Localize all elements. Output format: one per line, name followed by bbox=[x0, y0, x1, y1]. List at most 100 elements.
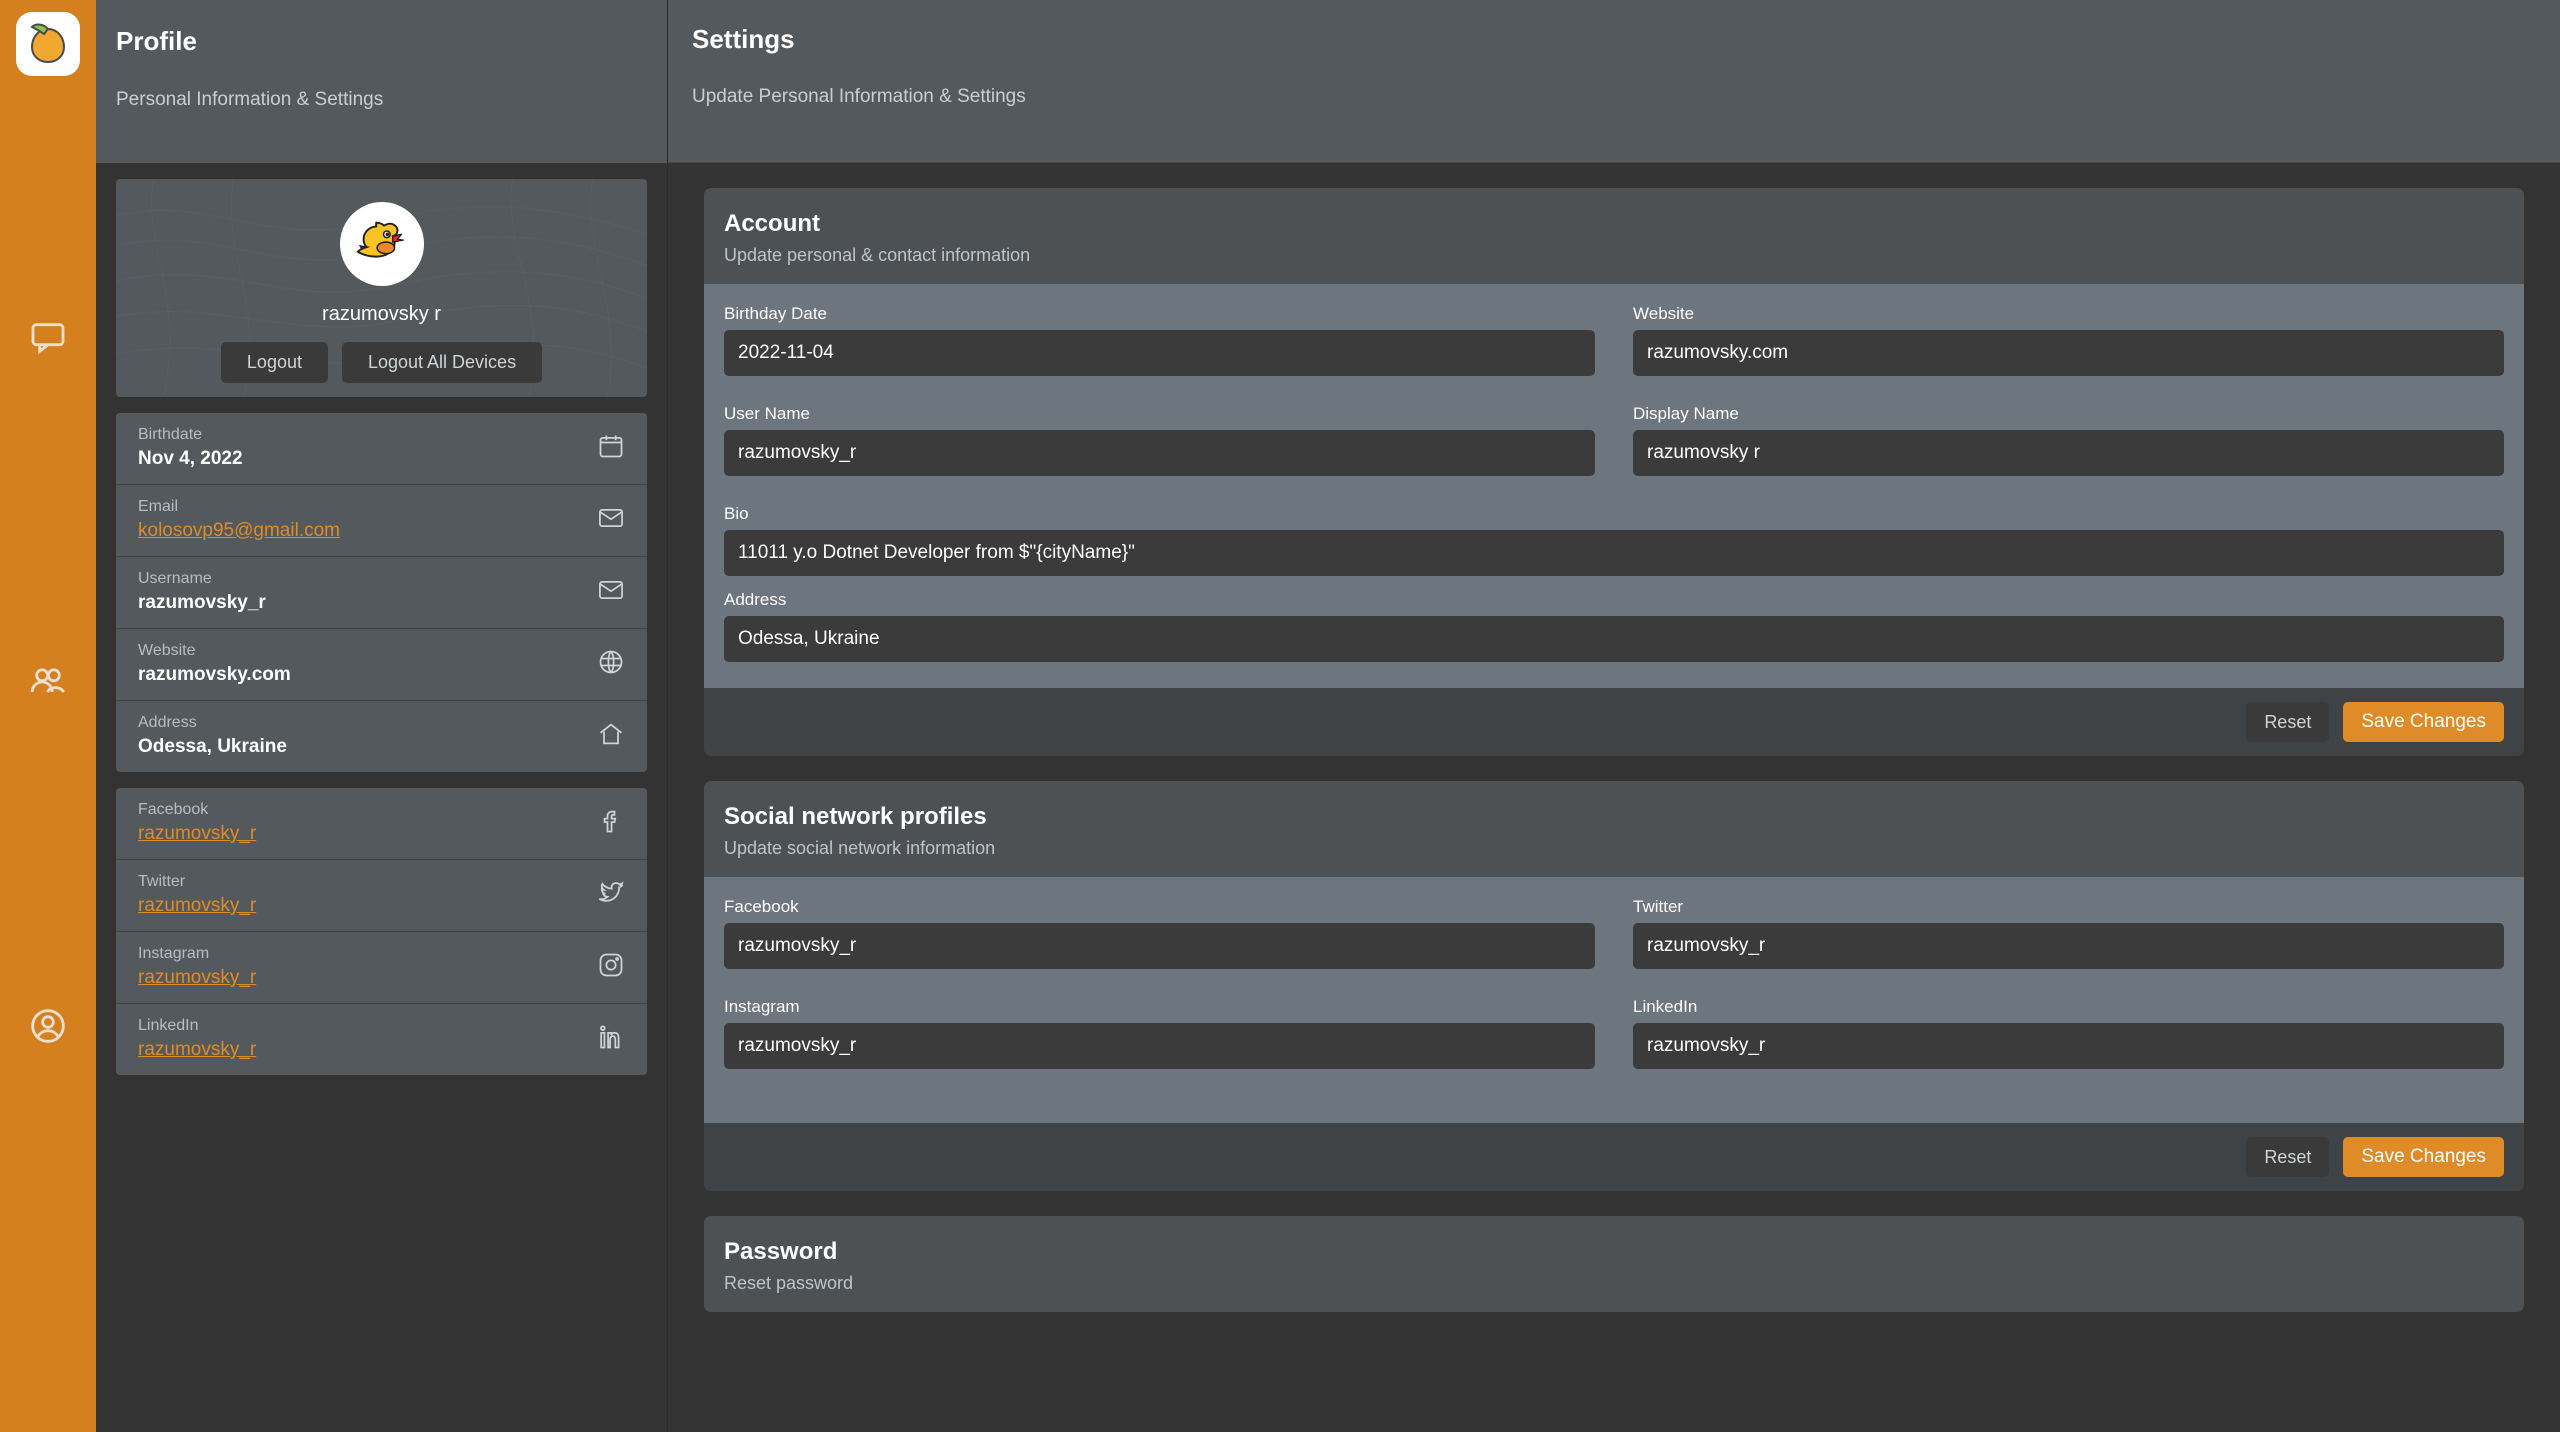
password-subheading: Reset password bbox=[724, 1273, 2504, 1294]
profile-info-row-value: Nov 4, 2022 bbox=[138, 448, 243, 470]
account-card: Account Update personal & contact inform… bbox=[704, 188, 2524, 756]
profile-info-row-text: AddressOdessa, Ukraine bbox=[138, 714, 287, 758]
profile-social-row[interactable]: Facebook razumovsky_r bbox=[116, 788, 647, 860]
profile-display-name: razumovsky r bbox=[322, 303, 441, 326]
profile-info-row-label: Birthdate bbox=[138, 426, 243, 444]
profile-social-row[interactable]: LinkedInrazumovsky_r bbox=[116, 1004, 647, 1075]
social-card-footer: Reset Save Changes bbox=[704, 1123, 2524, 1191]
profile-social-row[interactable]: Twitter razumovsky_r bbox=[116, 860, 647, 932]
profile-social-row-label: Twitter bbox=[138, 873, 256, 891]
account-icon bbox=[28, 1006, 68, 1046]
social-save-button[interactable]: Save Changes bbox=[2343, 1137, 2504, 1177]
sidebar-item-account[interactable] bbox=[16, 994, 80, 1058]
globe-icon-wrapper bbox=[597, 648, 625, 681]
globe-icon bbox=[597, 648, 625, 676]
profile-info-row: Birthdate Nov 4, 2022 bbox=[116, 413, 647, 485]
profile-social-row-value[interactable]: razumovsky_r bbox=[138, 823, 256, 845]
profile-body: razumovsky r Logout Logout All Devices B… bbox=[96, 163, 667, 1075]
mail-icon bbox=[597, 504, 625, 532]
website-label: Website bbox=[1633, 304, 2504, 324]
calendar-icon-wrapper bbox=[597, 432, 625, 465]
profile-info-row-value: razumovsky.com bbox=[138, 664, 291, 686]
profile-card: razumovsky r Logout Logout All Devices bbox=[116, 179, 647, 397]
sidebar-item-chat[interactable] bbox=[16, 306, 80, 370]
users-icon bbox=[28, 662, 68, 702]
profile-info-row[interactable]: Emailkolosovp95@gmail.com bbox=[116, 485, 647, 557]
profile-social-row[interactable]: Instagramrazumovsky_r bbox=[116, 932, 647, 1004]
profile-info-row-value[interactable]: kolosovp95@gmail.com bbox=[138, 520, 340, 542]
linkedin-field-group: LinkedIn bbox=[1633, 997, 2504, 1083]
settings-title: Settings bbox=[692, 24, 2536, 55]
profile-social-row-text: LinkedInrazumovsky_r bbox=[138, 1017, 256, 1061]
social-heading: Social network profiles bbox=[724, 803, 2504, 831]
page-subtitle: Personal Information & Settings bbox=[116, 89, 647, 163]
display-name-field-group: Display Name bbox=[1633, 404, 2504, 490]
account-save-button[interactable]: Save Changes bbox=[2343, 702, 2504, 742]
twitter-input[interactable] bbox=[1633, 923, 2504, 969]
twitter-icon bbox=[597, 879, 625, 907]
logout-all-devices-button[interactable]: Logout All Devices bbox=[342, 342, 542, 383]
calendar-icon bbox=[597, 432, 625, 460]
username-field-group: User Name bbox=[724, 404, 1595, 476]
profile-info-row-text: Usernamerazumovsky_r bbox=[138, 570, 266, 614]
profile-info-row: Usernamerazumovsky_r bbox=[116, 557, 647, 629]
mail-icon-wrapper bbox=[597, 504, 625, 537]
username-label: User Name bbox=[724, 404, 1595, 424]
facebook-field-group: Facebook bbox=[724, 897, 1595, 969]
settings-panel: Settings Update Personal Information & S… bbox=[668, 0, 2560, 1432]
account-subheading: Update personal & contact information bbox=[724, 245, 2504, 266]
mail-icon bbox=[597, 576, 625, 604]
profile-social-row-value[interactable]: razumovsky_r bbox=[138, 895, 256, 917]
profile-social-row-value[interactable]: razumovsky_r bbox=[138, 967, 256, 989]
instagram-field-group: Instagram bbox=[724, 997, 1595, 1069]
sidebar-item-users[interactable] bbox=[16, 650, 80, 714]
logout-button[interactable]: Logout bbox=[221, 342, 328, 383]
mango-logo-icon[interactable] bbox=[16, 12, 80, 76]
settings-subtitle: Update Personal Information & Settings bbox=[692, 86, 2536, 162]
twitter-icon-wrapper bbox=[597, 879, 625, 912]
icon-rail bbox=[0, 0, 96, 1432]
profile-info-row-text: Emailkolosovp95@gmail.com bbox=[138, 498, 340, 542]
facebook-input[interactable] bbox=[724, 923, 1595, 969]
bio-input[interactable] bbox=[724, 530, 2504, 576]
address-input[interactable] bbox=[724, 616, 2504, 662]
display-name-label: Display Name bbox=[1633, 404, 2504, 424]
facebook-label: Facebook bbox=[724, 897, 1595, 917]
social-subheading: Update social network information bbox=[724, 838, 2504, 859]
instagram-input[interactable] bbox=[724, 1023, 1595, 1069]
twitter-label: Twitter bbox=[1633, 897, 2504, 917]
password-card-header: Password Reset password bbox=[704, 1216, 2524, 1312]
home-icon-wrapper bbox=[597, 720, 625, 753]
address-field-group: Address bbox=[724, 590, 2504, 662]
social-card: Social network profiles Update social ne… bbox=[704, 781, 2524, 1191]
linkedin-label: LinkedIn bbox=[1633, 997, 2504, 1017]
profile-info-row-label: Website bbox=[138, 642, 291, 660]
website-input[interactable] bbox=[1633, 330, 2504, 376]
facebook-icon bbox=[597, 807, 625, 835]
profile-social-list: Facebookrazumovsky_rTwitterrazumovsky_rI… bbox=[116, 788, 647, 1075]
profile-header: Profile Personal Information & Settings bbox=[96, 0, 667, 163]
profile-info-row-text: Website razumovsky.com bbox=[138, 642, 291, 686]
linkedin-icon-wrapper bbox=[597, 1023, 625, 1056]
birthday-input[interactable] bbox=[724, 330, 1595, 376]
app-root: Profile Personal Information & Settings bbox=[0, 0, 2560, 1432]
account-form: Birthday Date Website User Name bbox=[704, 284, 2524, 688]
facebook-icon-wrapper bbox=[597, 807, 625, 840]
social-reset-button[interactable]: Reset bbox=[2246, 1137, 2329, 1177]
password-card: Password Reset password bbox=[704, 1216, 2524, 1312]
display-name-input[interactable] bbox=[1633, 430, 2504, 476]
settings-body: Account Update personal & contact inform… bbox=[668, 163, 2560, 1337]
profile-social-row-label: Facebook bbox=[138, 801, 256, 819]
username-input[interactable] bbox=[724, 430, 1595, 476]
account-reset-button[interactable]: Reset bbox=[2246, 702, 2329, 742]
profile-info-list: Birthdate Nov 4, 2022 Emailkolosovp95@gmai… bbox=[116, 413, 647, 772]
profile-social-row-text: Twitter razumovsky_r bbox=[138, 873, 256, 917]
mail-icon-wrapper bbox=[597, 576, 625, 609]
linkedin-input[interactable] bbox=[1633, 1023, 2504, 1069]
profile-social-row-value[interactable]: razumovsky_r bbox=[138, 1039, 256, 1061]
account-card-header: Account Update personal & contact inform… bbox=[704, 188, 2524, 284]
twitter-field-group: Twitter bbox=[1633, 897, 2504, 983]
profile-social-row-text: Instagramrazumovsky_r bbox=[138, 945, 256, 989]
chat-icon bbox=[28, 318, 68, 358]
profile-info-row-label: Address bbox=[138, 714, 287, 732]
